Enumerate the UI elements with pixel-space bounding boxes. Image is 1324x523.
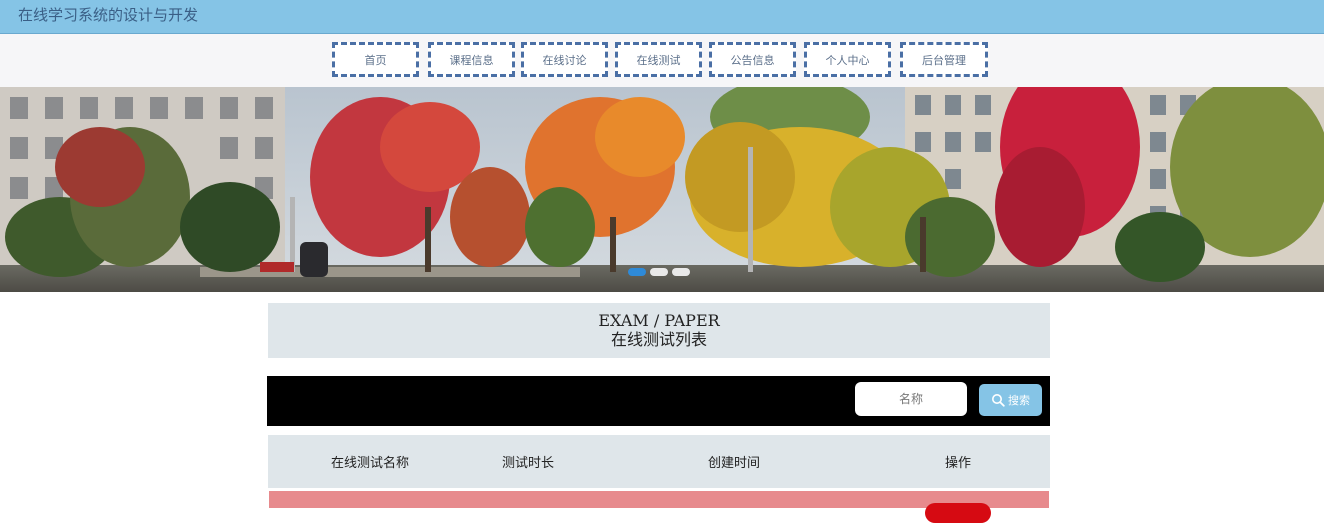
carousel-indicators <box>628 268 690 276</box>
banner-carousel[interactable] <box>0 87 1324 292</box>
nav-item-profile[interactable]: 个人中心 <box>804 42 891 77</box>
main-nav: 首页 课程信息 在线讨论 在线测试 公告信息 个人中心 后台管理 <box>0 34 1324 87</box>
carousel-dot-1[interactable] <box>628 268 646 276</box>
search-icon <box>992 394 1005 407</box>
search-name-input[interactable] <box>855 382 967 416</box>
column-header-test-name: 在线测试名称 <box>330 456 409 471</box>
section-title-en: EXAM / PAPER <box>598 311 720 330</box>
nav-item-courses[interactable]: 课程信息 <box>428 42 515 77</box>
nav-item-tests[interactable]: 在线测试 <box>615 42 702 77</box>
site-title: 在线学习系统的设计与开发 <box>18 6 199 24</box>
row-action-button[interactable] <box>925 503 991 523</box>
search-bar: 搜索 <box>267 376 1050 426</box>
carousel-dot-2[interactable] <box>650 268 668 276</box>
nav-item-admin[interactable]: 后台管理 <box>900 42 988 77</box>
table-header: 在线测试名称 测试时长 创建时间 操作 <box>268 435 1050 488</box>
section-title-panel: EXAM / PAPER 在线测试列表 <box>268 303 1050 358</box>
search-button[interactable]: 搜索 <box>979 384 1042 416</box>
table-row[interactable] <box>269 491 1049 523</box>
search-button-label: 搜索 <box>1008 394 1030 407</box>
nav-item-announcements[interactable]: 公告信息 <box>709 42 796 77</box>
column-header-created-time: 创建时间 <box>707 456 760 471</box>
column-header-actions: 操作 <box>944 456 971 471</box>
column-header-duration: 测试时长 <box>501 456 554 471</box>
carousel-dot-3[interactable] <box>672 268 690 276</box>
nav-item-home[interactable]: 首页 <box>332 42 419 77</box>
top-header: 在线学习系统的设计与开发 <box>0 0 1324 34</box>
nav-item-discussion[interactable]: 在线讨论 <box>521 42 608 77</box>
section-title-cn: 在线测试列表 <box>610 330 707 349</box>
campus-autumn-image <box>0 87 1324 292</box>
